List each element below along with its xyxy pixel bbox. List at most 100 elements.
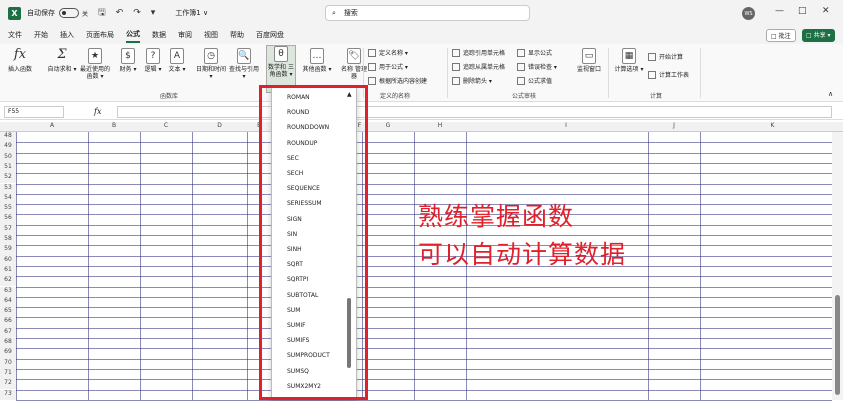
trace-precedents-button[interactable]: 追踪引用单元格 <box>452 48 505 57</box>
row-header[interactable]: 57 <box>0 224 16 235</box>
tab-view[interactable]: 视图 <box>204 28 218 42</box>
row-header[interactable]: 64 <box>0 296 16 308</box>
row-header[interactable]: 53 <box>0 183 16 194</box>
grid-row-line <box>16 296 832 298</box>
column-header-j[interactable]: J <box>648 122 700 132</box>
autosum-button[interactable]: Σ 自动求和 ▾ <box>47 48 77 74</box>
column-header-d[interactable]: D <box>192 122 247 132</box>
calculation-options-button[interactable]: ▦ 计算选项 ▾ <box>614 48 644 73</box>
ribbon-tabs: 文件 开始 插入 页面布局 公式 数据 审阅 视图 帮助 百度网盘 <box>0 26 843 44</box>
document-title[interactable]: 工作簿1 ∨ <box>175 8 208 18</box>
row-header[interactable]: 62 <box>0 276 16 287</box>
row-header[interactable]: 73 <box>0 389 16 400</box>
row-header[interactable]: 50 <box>0 152 16 163</box>
highlight-box <box>259 85 368 400</box>
row-header[interactable]: 52 <box>0 173 16 184</box>
fx-icon <box>517 76 525 85</box>
name-manager-button[interactable]: 🏷 名称 管理器 <box>339 48 369 80</box>
annotation-line-1: 熟练掌握函数 <box>418 202 575 231</box>
watch-window-button[interactable]: ▭ 监视窗口 <box>574 48 604 73</box>
row-header[interactable]: 54 <box>0 193 16 205</box>
more-functions-button[interactable]: … 其他函数 ▾ <box>302 48 332 73</box>
row-header[interactable]: 69 <box>0 348 16 359</box>
close-icon[interactable]: ✕ <box>822 6 830 16</box>
lookup-reference-button[interactable]: 🔍 查找与引用 ▾ <box>229 48 259 80</box>
book-icon: 🔍 <box>237 48 251 64</box>
formula-input[interactable] <box>117 106 832 118</box>
row-header[interactable]: 72 <box>0 379 16 390</box>
create-from-selection-button[interactable]: 根据所选内容创建 <box>368 76 427 85</box>
row-header[interactable]: 59 <box>0 245 16 256</box>
remove-arrows-button[interactable]: 删除箭头 ▾ <box>452 76 492 85</box>
tab-page-layout[interactable]: 页面布局 <box>86 28 114 42</box>
book-icon: … <box>310 48 324 64</box>
row-header[interactable]: 49 <box>0 142 16 153</box>
tab-home[interactable]: 开始 <box>34 28 48 42</box>
tab-help[interactable]: 帮助 <box>230 28 244 42</box>
date-time-button[interactable]: ◷ 日期和时间 ▾ <box>196 48 226 80</box>
tab-formulas[interactable]: 公式 <box>126 27 140 43</box>
fx-icon[interactable]: fx <box>94 107 101 116</box>
column-header-i[interactable]: I <box>466 122 666 132</box>
column-header-h[interactable]: H <box>414 122 466 132</box>
grid-column-line <box>414 132 415 400</box>
row-header[interactable]: 60 <box>0 255 16 266</box>
error-checking-button[interactable]: 错误检查 ▾ <box>517 62 557 71</box>
row-header[interactable]: 67 <box>0 327 16 338</box>
row-header[interactable]: 48 <box>0 132 16 143</box>
evaluate-formula-button[interactable]: 公式求值 <box>517 76 552 85</box>
comments-button[interactable]: □ 批注 <box>766 29 796 42</box>
collapse-ribbon-icon[interactable]: ∧ <box>828 90 833 98</box>
autosave-toggle[interactable] <box>59 8 79 18</box>
use-in-formula-button[interactable]: 用于公式 ▾ <box>368 62 408 71</box>
tab-data[interactable]: 数据 <box>152 28 166 42</box>
row-header[interactable]: 63 <box>0 286 16 297</box>
tab-insert[interactable]: 插入 <box>60 28 74 42</box>
row-header[interactable]: 61 <box>0 265 16 277</box>
text-button[interactable]: A 文本 ▾ <box>162 48 192 73</box>
column-header-a[interactable]: A <box>16 122 88 132</box>
share-button[interactable]: □ 共享 ▾ <box>802 29 835 42</box>
column-header-g[interactable]: G <box>362 122 414 132</box>
scrollbar-thumb[interactable] <box>835 295 840 395</box>
define-name-button[interactable]: 定义名称 ▾ <box>368 48 408 57</box>
row-header[interactable]: 70 <box>0 358 16 369</box>
column-header-k[interactable]: K <box>700 122 843 132</box>
redo-icon[interactable]: ↷ <box>133 8 141 18</box>
column-header-c[interactable]: C <box>140 122 192 132</box>
customize-qat-icon[interactable]: ▾ <box>151 8 156 18</box>
tab-baidu-netdisk[interactable]: 百度网盘 <box>256 28 284 42</box>
search-icon: ⌕ <box>332 8 336 17</box>
row-header[interactable]: 56 <box>0 214 16 225</box>
name-box[interactable]: F55 <box>4 105 64 118</box>
autosave-state: 关 <box>82 10 89 18</box>
tab-file[interactable]: 文件 <box>8 28 22 42</box>
row-header[interactable]: 66 <box>0 317 16 328</box>
recently-used-button[interactable]: ★ 最近使用的 函数 ▾ <box>80 48 110 80</box>
grid-row-line <box>16 368 832 370</box>
avatar[interactable]: WS <box>742 7 755 20</box>
search-input[interactable]: ⌕ 搜索 <box>325 5 530 21</box>
insert-function-button[interactable]: fx 插入函数 <box>5 48 35 74</box>
undo-icon[interactable]: ↶ <box>116 8 124 18</box>
row-header[interactable]: 65 <box>0 307 16 318</box>
row-header[interactable]: 55 <box>0 204 16 215</box>
autosave-label: 自动保存 <box>27 9 55 17</box>
row-header[interactable]: 58 <box>0 235 16 246</box>
row-header[interactable]: 68 <box>0 338 16 349</box>
save-icon[interactable]: 🖫 <box>98 5 106 21</box>
calculate-sheet-button[interactable]: 计算工作表 <box>648 70 689 79</box>
trace-dependents-button[interactable]: 追踪从属单元格 <box>452 62 505 71</box>
grid-row-line <box>16 348 832 350</box>
column-header-b[interactable]: B <box>88 122 140 132</box>
row-header[interactable]: 71 <box>0 368 16 380</box>
grid-column-line <box>88 132 89 400</box>
maximize-icon[interactable]: □ <box>798 6 807 16</box>
minimize-icon[interactable]: — <box>775 6 784 16</box>
grid-row-line <box>16 286 832 288</box>
tab-review[interactable]: 审阅 <box>178 28 192 42</box>
show-formulas-button[interactable]: 显示公式 <box>517 48 552 57</box>
calculate-now-button[interactable]: 开始计算 <box>648 52 683 61</box>
row-header[interactable]: 51 <box>0 162 16 174</box>
monitor-icon: ▭ <box>582 48 596 64</box>
